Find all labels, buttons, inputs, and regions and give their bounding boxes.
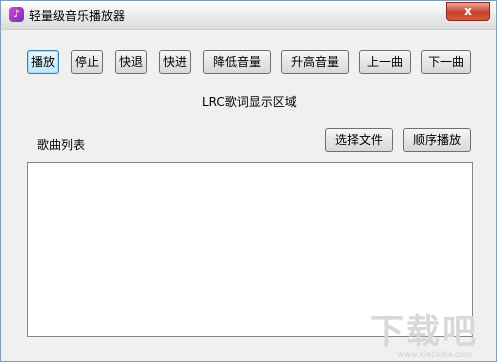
- play-button[interactable]: 播放: [27, 50, 59, 74]
- choose-file-button[interactable]: 选择文件: [325, 128, 393, 152]
- previous-track-button[interactable]: 上一曲: [359, 50, 411, 74]
- volume-down-button[interactable]: 降低音量: [203, 50, 271, 74]
- lrc-display-area: LRC歌词显示区域: [202, 95, 297, 109]
- volume-up-button[interactable]: 升高音量: [281, 50, 349, 74]
- watermark-logo: 下载吧: [370, 312, 478, 352]
- playlist-label: 歌曲列表: [37, 138, 86, 152]
- rewind-button[interactable]: 快退: [115, 50, 147, 74]
- close-icon: x: [464, 4, 472, 18]
- order-play-button[interactable]: 顺序播放: [403, 128, 471, 152]
- music-note-icon: ♪: [9, 7, 24, 22]
- watermark-url: www.xiazaiba.com: [397, 350, 472, 359]
- title-bar: ♪ 轻量级音乐播放器 x: [1, 1, 496, 30]
- window-title: 轻量级音乐播放器: [29, 9, 126, 23]
- fast-forward-button[interactable]: 快进: [159, 50, 191, 74]
- close-button[interactable]: x: [446, 2, 490, 21]
- next-track-button[interactable]: 下一曲: [421, 50, 471, 74]
- app-window: ♪ 轻量级音乐播放器 x 播放 停止 快退 快进 降低音量 升高音量 上一曲 下…: [0, 0, 497, 362]
- stop-button[interactable]: 停止: [71, 50, 103, 74]
